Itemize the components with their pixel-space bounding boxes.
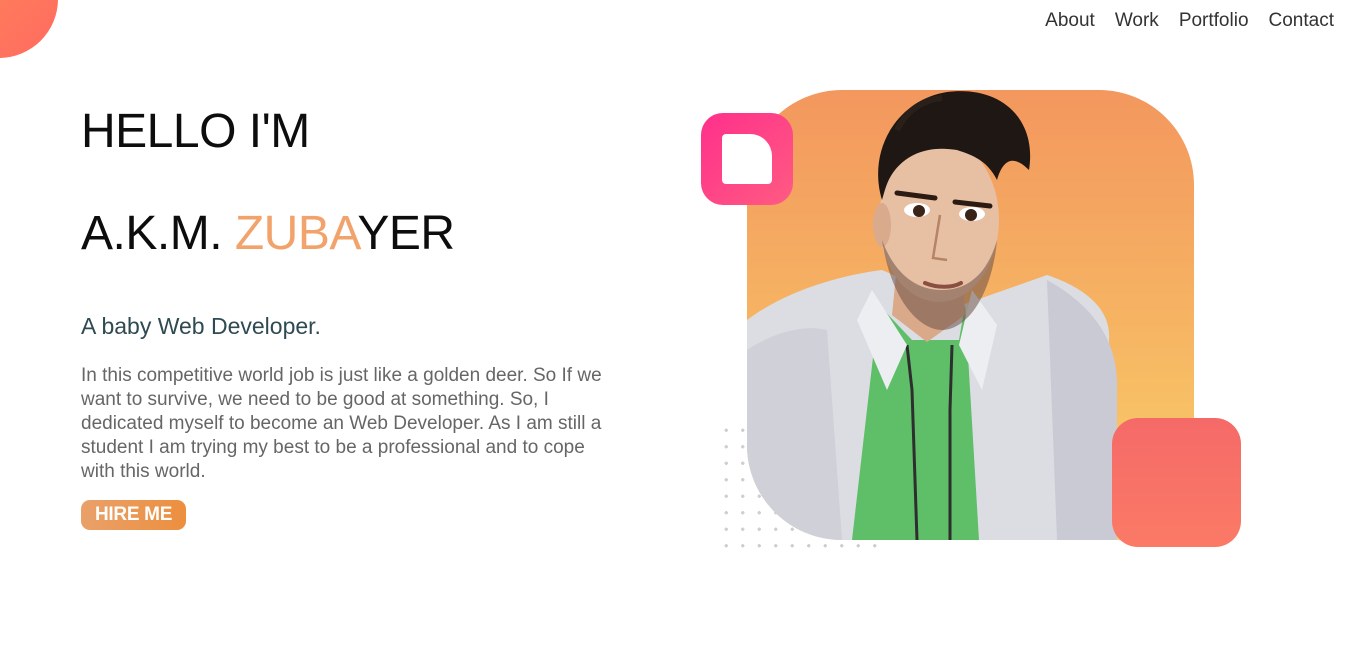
corner-decoration (0, 0, 58, 58)
greeting-heading: HELLO I'M (81, 105, 310, 158)
rounded-square-inner (722, 134, 772, 184)
nav-about-link[interactable]: About (1045, 9, 1095, 33)
coral-square-decoration (1112, 418, 1241, 547)
name-suffix: YER (357, 207, 455, 260)
name-heading: A.K.M. ZUBAYER (81, 206, 621, 262)
hero-section: HELLO I'M A.K.M. ZUBAYER A baby Web Deve… (81, 104, 621, 530)
top-nav: About Work Portfolio Contact (1045, 9, 1334, 33)
name-prefix: A.K.M. (81, 207, 235, 260)
nav-contact-link[interactable]: Contact (1269, 9, 1334, 33)
role-subtitle: A baby Web Developer. (81, 313, 321, 339)
rounded-square-outline-decoration (701, 113, 793, 205)
nav-portfolio-link[interactable]: Portfolio (1179, 9, 1249, 33)
name-highlight: ZUBA (234, 207, 358, 260)
hire-me-button[interactable]: HIRE ME (81, 500, 187, 530)
bio-paragraph: In this competitive world job is just li… (81, 365, 602, 482)
nav-work-link[interactable]: Work (1115, 9, 1159, 33)
hero-artwork (700, 85, 1260, 555)
